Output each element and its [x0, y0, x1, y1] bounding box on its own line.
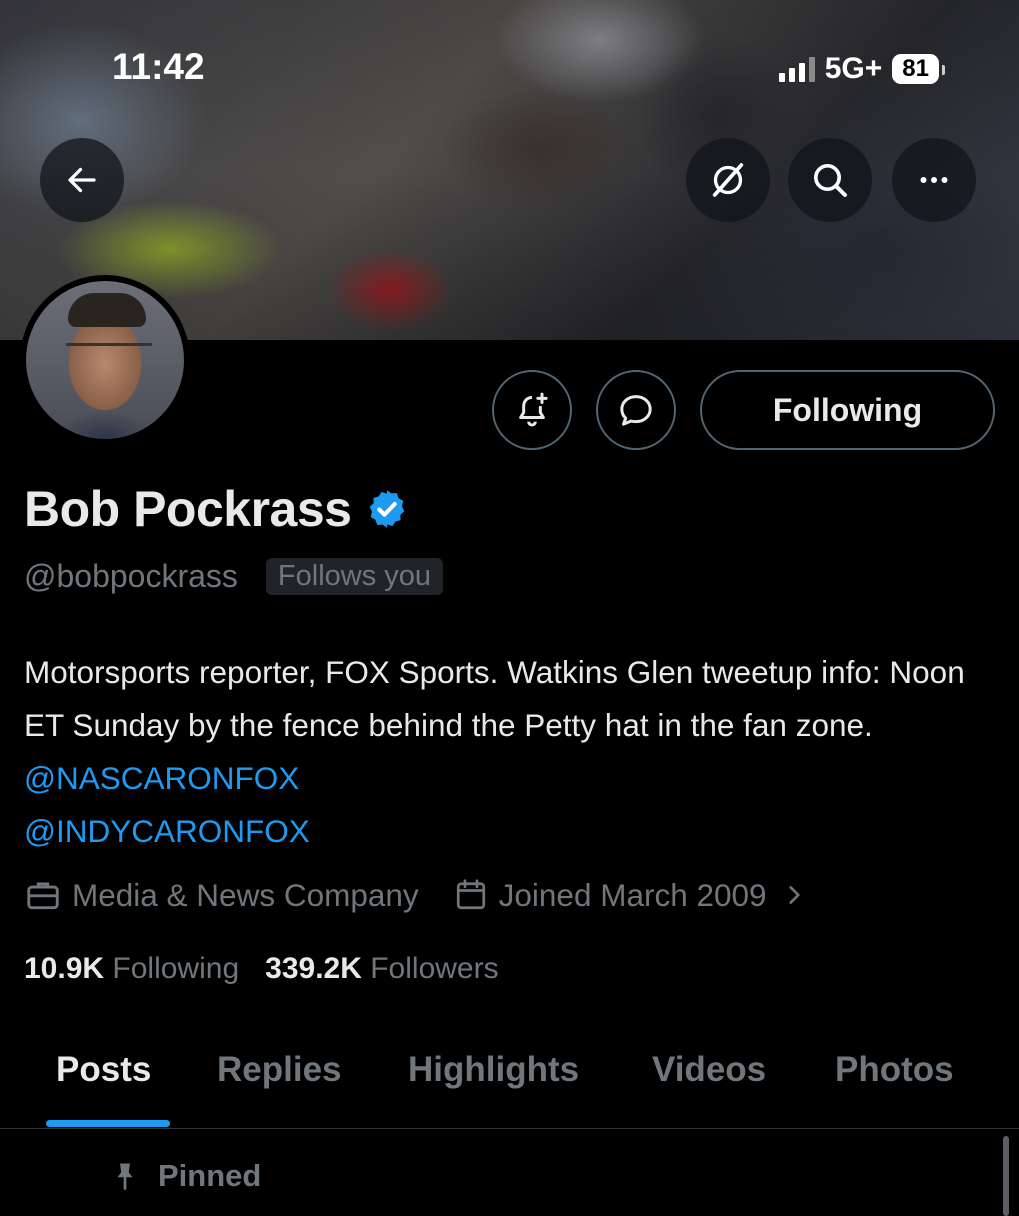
- display-name: Bob Pockrass: [24, 481, 352, 537]
- bio-mention-indycaronfox[interactable]: @INDYCARONFOX: [24, 813, 310, 849]
- category-label: Media & News Company: [72, 876, 419, 913]
- grok-icon: [712, 163, 744, 197]
- message-bubble-icon: [620, 395, 652, 426]
- following-button[interactable]: Following: [700, 370, 995, 450]
- tab-photos[interactable]: Photos: [835, 1050, 954, 1090]
- pinned-indicator: Pinned: [110, 1158, 261, 1194]
- network-type: 5G+: [824, 52, 883, 85]
- notifications-button[interactable]: [492, 370, 572, 450]
- profile-name-row: Bob Pockrass: [24, 480, 409, 538]
- bio-mention-nascaronfox[interactable]: @NASCARONFOX: [24, 760, 299, 796]
- profile-bio: Motorsports reporter, FOX Sports. Watkin…: [24, 646, 999, 858]
- category-item: Media & News Company: [24, 876, 419, 914]
- tab-highlights[interactable]: Highlights: [408, 1050, 579, 1090]
- verified-badge-icon[interactable]: [365, 487, 409, 531]
- signal-icon: [778, 56, 815, 82]
- follows-you-badge: Follows you: [265, 558, 444, 595]
- follow-counts: 10.9K Following 339.2K Followers: [24, 952, 499, 986]
- followers-label: Followers: [370, 952, 499, 985]
- handle-row: @bobpockrass Follows you: [24, 558, 444, 595]
- grok-button[interactable]: [686, 138, 770, 222]
- joined-item[interactable]: Joined March 2009: [453, 877, 807, 914]
- search-icon: [814, 164, 847, 197]
- search-button[interactable]: [788, 138, 872, 222]
- bio-text: Motorsports reporter, FOX Sports. Watkin…: [24, 654, 965, 743]
- profile-tabs: Posts Replies Highlights Videos Photos: [0, 1040, 1019, 1129]
- pin-icon: [117, 1163, 133, 1190]
- following-count: 10.9K: [24, 952, 105, 985]
- followers-count-link[interactable]: 339.2K Followers: [265, 952, 498, 986]
- followers-count: 339.2K: [265, 952, 362, 985]
- profile-meta: Media & News Company Joined March 2009: [24, 876, 807, 914]
- battery-icon: 81: [892, 54, 945, 84]
- following-label: Following: [112, 952, 240, 985]
- arrow-left-icon: [68, 167, 96, 193]
- tab-posts[interactable]: Posts: [56, 1050, 151, 1090]
- message-button[interactable]: [596, 370, 676, 450]
- more-dots-icon: [920, 177, 948, 183]
- tab-replies[interactable]: Replies: [217, 1050, 342, 1090]
- active-tab-indicator: [46, 1120, 170, 1127]
- more-button[interactable]: [892, 138, 976, 222]
- back-button[interactable]: [40, 138, 124, 222]
- pinned-label: Pinned: [158, 1158, 262, 1193]
- calendar-icon: [456, 879, 485, 910]
- tab-videos[interactable]: Videos: [652, 1050, 766, 1090]
- briefcase-icon: [27, 882, 59, 910]
- chevron-right-icon: [789, 886, 800, 904]
- joined-label: Joined March 2009: [498, 876, 767, 913]
- username-handle: @bobpockrass: [24, 558, 238, 594]
- bell-plus-icon: [519, 392, 548, 427]
- scrollbar[interactable]: [1003, 1136, 1009, 1216]
- status-indicators: 5G+ 81: [778, 52, 945, 86]
- status-time: 11:42: [112, 46, 205, 87]
- following-count-link[interactable]: 10.9K Following: [24, 952, 239, 986]
- profile-avatar[interactable]: [20, 275, 190, 445]
